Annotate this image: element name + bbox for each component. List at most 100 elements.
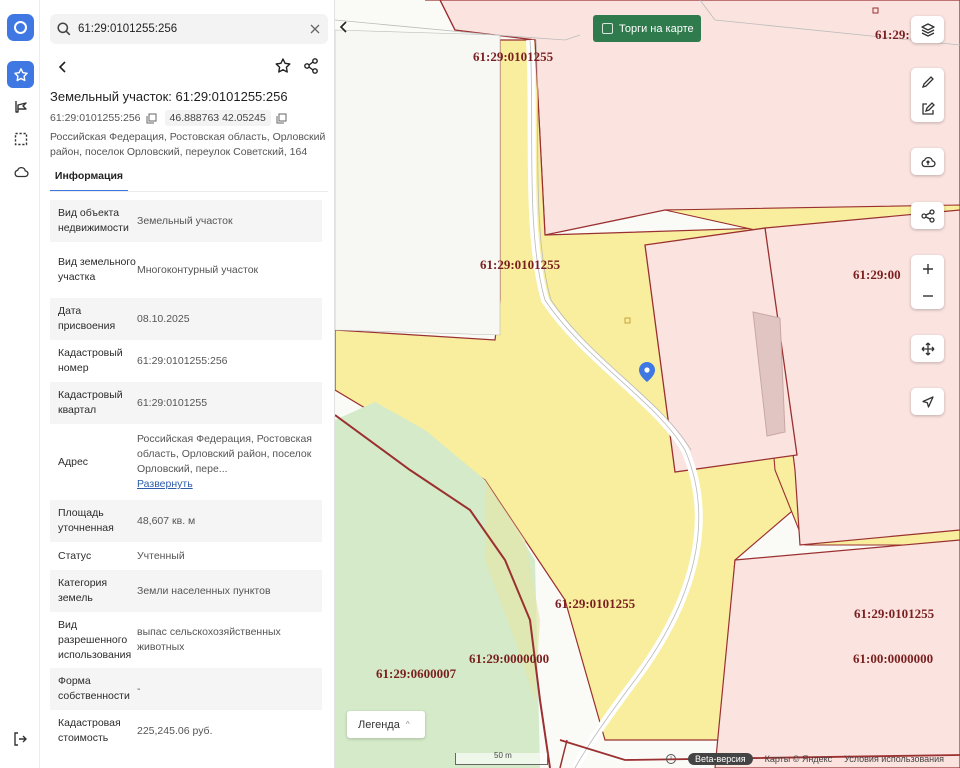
- favorites-icon[interactable]: [7, 61, 34, 88]
- row-key: Площадь уточненная: [50, 500, 137, 542]
- row-key: Категория земель: [50, 570, 137, 612]
- parcel-label: 61:29:00: [853, 267, 901, 282]
- copy-icon[interactable]: [276, 113, 287, 124]
- coordinates: 46.888763 42.05245: [164, 110, 271, 126]
- geolocation-button[interactable]: [911, 388, 944, 415]
- share-map-button[interactable]: [911, 202, 944, 229]
- row-value: выпас сельскохозяйственных животных: [137, 626, 281, 653]
- clear-icon[interactable]: [308, 22, 322, 36]
- search-box: [50, 14, 328, 44]
- tab-divider: [50, 191, 328, 192]
- table-row: Вид земельного участка Многоконтурный уча…: [50, 242, 322, 298]
- table-row: Форма собственности -: [50, 668, 322, 710]
- info-table: Вид объекта недвижимости Земельный участо…: [50, 200, 322, 752]
- draw-tools: [911, 68, 944, 122]
- row-key: Дата присвоения: [50, 298, 137, 340]
- search-icon: [57, 22, 71, 36]
- row-key: Вид земельного участка: [58, 256, 136, 283]
- info-icon[interactable]: i: [666, 753, 676, 764]
- legend-label: Легенда: [358, 718, 400, 731]
- edit-button[interactable]: [911, 95, 944, 122]
- parcel-label: 61:29:0000000: [469, 651, 550, 666]
- page-title: Земельный участок: 61:29:0101255:256: [50, 89, 288, 104]
- panel-nav: [40, 54, 335, 80]
- plus-icon: [922, 263, 933, 274]
- layers-icon: [920, 22, 935, 37]
- copy-icon[interactable]: [146, 113, 157, 124]
- row-value: Земельный участок: [137, 200, 322, 242]
- chevron-up-icon: ^: [405, 720, 410, 729]
- move-icon: [921, 342, 934, 355]
- table-row: Площадь уточненная 48,607 кв. м: [50, 500, 322, 542]
- parcel-label: 61:29:0101255: [480, 257, 561, 272]
- table-row: Категория земель Земли населенных пунктов: [50, 570, 322, 612]
- table-row: Вид объекта недвижимости Земельный участо…: [50, 200, 322, 242]
- search-input[interactable]: [78, 14, 298, 44]
- layers-button[interactable]: [911, 16, 944, 43]
- zoom-in-button[interactable]: [911, 255, 944, 282]
- logout-icon[interactable]: [12, 731, 28, 747]
- cadastral-number: 61:29:0101255:256: [50, 112, 141, 124]
- back-icon[interactable]: [54, 58, 72, 76]
- map-footer: 50 m i Beta-версия Карты © Яндекс Услови…: [455, 751, 944, 766]
- auctions-label: Торги на карте: [619, 22, 694, 35]
- table-row: Вид разрешенного использования выпас сель…: [50, 612, 322, 668]
- upload-button[interactable]: [911, 148, 944, 175]
- ruler-button[interactable]: [911, 68, 944, 95]
- table-row: Кадастровая стоимость 225,245.06 руб.: [50, 710, 322, 752]
- cloud-upload-icon: [921, 156, 936, 167]
- row-key: Кадастровая стоимость: [58, 717, 121, 744]
- legend-button[interactable]: Легенда ^: [347, 711, 425, 738]
- navigation-arrow-icon: [921, 395, 934, 408]
- map-route-icon[interactable]: [7, 93, 34, 120]
- edit-icon: [921, 101, 935, 115]
- row-value: 08.10.2025: [137, 298, 322, 340]
- address-text: Российская Федерация, Ростовская область…: [50, 131, 326, 158]
- row-value: 61:29:0101255: [137, 382, 322, 424]
- zoom-controls: [911, 255, 944, 309]
- table-row: Кадастровый номер 61:29:0101255:256: [50, 340, 322, 382]
- select-area-icon[interactable]: [7, 125, 34, 152]
- scale-label: 50 m: [494, 750, 512, 760]
- parcel-label: 61:00:0000000: [853, 651, 934, 666]
- row-key: Кадастровый квартал: [50, 382, 137, 424]
- table-row: Адрес Российская Федерация, Ростовская об…: [50, 424, 322, 500]
- share-icon: [920, 208, 935, 223]
- cloud-icon[interactable]: [7, 158, 34, 185]
- row-value: Российская Федерация, Ростовская область…: [137, 433, 312, 475]
- map-view[interactable]: 61:29:0101255 61:29:0101255 61:29:010125…: [335, 0, 960, 768]
- parcel-label: 61:29:0101255: [854, 606, 935, 621]
- row-key: Форма собственности: [50, 668, 137, 710]
- collapse-panel-icon[interactable]: [336, 18, 352, 36]
- tab-information[interactable]: Информация: [50, 165, 128, 192]
- parcel-label: 61:29:0600007: [376, 666, 457, 681]
- row-value: Учтенный: [137, 549, 185, 562]
- pan-button[interactable]: [911, 335, 944, 362]
- app-logo[interactable]: [7, 14, 34, 41]
- terms-link[interactable]: Условия использования: [844, 754, 944, 764]
- auctions-toggle[interactable]: Торги на карте: [593, 15, 701, 42]
- attribution[interactable]: Карты © Яндекс: [765, 754, 833, 764]
- row-key: Адрес: [58, 455, 89, 468]
- info-panel: Земельный участок: 61:29:0101255:256 61:…: [40, 0, 335, 768]
- scale-bar: 50 m: [455, 750, 548, 765]
- row-key: Статус: [58, 549, 92, 562]
- expand-link[interactable]: Развернуть: [137, 477, 322, 492]
- beta-badge: Beta-версия: [688, 752, 753, 765]
- left-rail: [0, 0, 40, 768]
- parcel-label: 61:29:0101255: [555, 596, 636, 611]
- minus-icon: [922, 294, 933, 297]
- checkbox-icon[interactable]: [602, 23, 613, 34]
- favorite-icon[interactable]: [274, 57, 292, 75]
- table-row: Кадастровый квартал 61:29:0101255: [50, 382, 322, 424]
- identifiers-row: 61:29:0101255:256 46.888763 42.05245: [50, 110, 295, 126]
- row-value: Земли населенных пунктов: [137, 570, 322, 612]
- row-key: Вид объекта недвижимости: [50, 200, 137, 242]
- row-value: -: [137, 668, 322, 710]
- share-icon[interactable]: [302, 57, 320, 75]
- row-value: Многоконтурный участок: [137, 263, 259, 276]
- table-row: Дата присвоения 08.10.2025: [50, 298, 322, 340]
- row-value: 48,607 кв. м: [137, 500, 322, 542]
- zoom-out-button[interactable]: [911, 282, 944, 309]
- row-key: Кадастровый номер: [58, 347, 123, 374]
